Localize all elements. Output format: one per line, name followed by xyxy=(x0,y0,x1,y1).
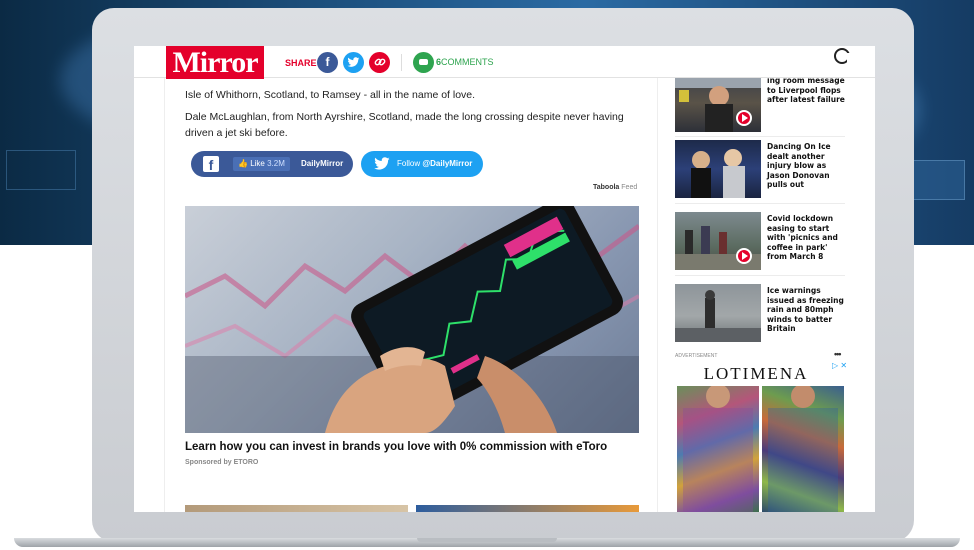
dancing-on-ice-photo xyxy=(691,149,745,198)
sponsored-ad-image[interactable] xyxy=(185,206,639,433)
advert-clothing-image[interactable] xyxy=(762,386,844,512)
facebook-follow-widget[interactable]: f 👍 Like 3.2M DailyMirror xyxy=(191,151,353,177)
divider xyxy=(675,275,845,276)
sidebar-story[interactable]: Ice warnings issued as freezing rain and… xyxy=(675,284,845,342)
twitter-follow-label: Follow @DailyMirror xyxy=(397,159,473,168)
background-monitor xyxy=(905,160,965,200)
model-patterned-top-photo xyxy=(768,386,838,512)
model-patterned-top-photo xyxy=(683,386,753,512)
divider xyxy=(675,136,845,137)
rainy-street-photo xyxy=(675,290,761,342)
advertisement-label: ADVERTISEMENT xyxy=(675,353,718,359)
adchoices-icon[interactable]: ▷ ✕ xyxy=(832,361,847,370)
sidebar-story-thumbnail xyxy=(675,140,761,198)
twitter-follow-button[interactable]: Follow @DailyMirror xyxy=(361,151,483,177)
sidebar-story[interactable]: Dancing On Ice dealt another injury blow… xyxy=(675,140,845,198)
facebook-page-name: DailyMirror xyxy=(301,159,344,168)
divider xyxy=(675,203,845,204)
advert-clothing-image[interactable] xyxy=(677,386,759,512)
comments-icon[interactable] xyxy=(413,52,434,73)
twitter-bird-icon xyxy=(374,157,390,170)
account-icon[interactable] xyxy=(834,48,853,64)
sidebar-story-headline: Ice warnings issued as freezing rain and… xyxy=(767,286,844,333)
mirror-logo[interactable]: Mirror xyxy=(166,46,264,79)
sidebar-story-headline: ing room message to Liverpool flops afte… xyxy=(767,76,845,104)
twitter-bird-icon xyxy=(347,57,360,67)
share-label: SHARE xyxy=(285,58,317,68)
sidebar-story-thumbnail xyxy=(675,212,761,270)
article-column: The Douglas Courthouse heard how the 29 … xyxy=(164,46,658,512)
facebook-like-button[interactable]: 👍 Like 3.2M xyxy=(233,157,290,171)
twitter-share-icon[interactable] xyxy=(343,52,364,73)
sidebar-story[interactable]: ing room message to Liverpool flops afte… xyxy=(675,74,845,132)
sidebar-story-headline: Dancing On Ice dealt another injury blow… xyxy=(767,142,831,189)
video-play-icon xyxy=(736,248,752,264)
sidebar-story-headline: Covid lockdown easing to start with 'pic… xyxy=(767,214,838,261)
next-ad-thumbnail[interactable] xyxy=(416,505,639,512)
sponsored-by-label: Sponsored by ETORO xyxy=(185,459,259,466)
article-paragraph: Isle of Whithorn, Scotland, to Ramsey - … xyxy=(185,89,476,101)
laptop-notch xyxy=(417,538,557,542)
sidebar-story-thumbnail xyxy=(675,74,761,132)
ad-options-menu[interactable]: ••• xyxy=(834,349,842,359)
advert-brand-name[interactable]: LOTIMENA xyxy=(675,364,837,384)
sticky-header: Mirror SHARE f 6COMMENTS xyxy=(134,46,875,79)
sidebar-story-thumbnail xyxy=(675,284,761,342)
copy-link-icon[interactable] xyxy=(369,52,390,73)
stock-trading-phone-image xyxy=(185,206,639,433)
link-icon xyxy=(374,58,385,66)
article-paragraph: Dale McLaughlan, from North Ayrshire, Sc… xyxy=(185,111,624,139)
laptop-screen: The Douglas Courthouse heard how the 29 … xyxy=(134,46,875,512)
sidebar-story[interactable]: Covid lockdown easing to start with 'pic… xyxy=(675,212,845,270)
video-play-icon xyxy=(736,110,752,126)
taboola-feed-label[interactable]: Taboola Feed xyxy=(593,184,637,191)
header-divider xyxy=(401,54,402,71)
facebook-share-icon[interactable]: f xyxy=(317,52,338,73)
facebook-icon: f xyxy=(203,156,219,173)
sponsored-ad-title[interactable]: Learn how you can invest in brands you l… xyxy=(185,441,655,453)
background-monitor xyxy=(6,150,76,190)
comments-link[interactable]: 6COMMENTS xyxy=(436,57,494,67)
next-ad-thumbnail[interactable] xyxy=(185,505,408,512)
